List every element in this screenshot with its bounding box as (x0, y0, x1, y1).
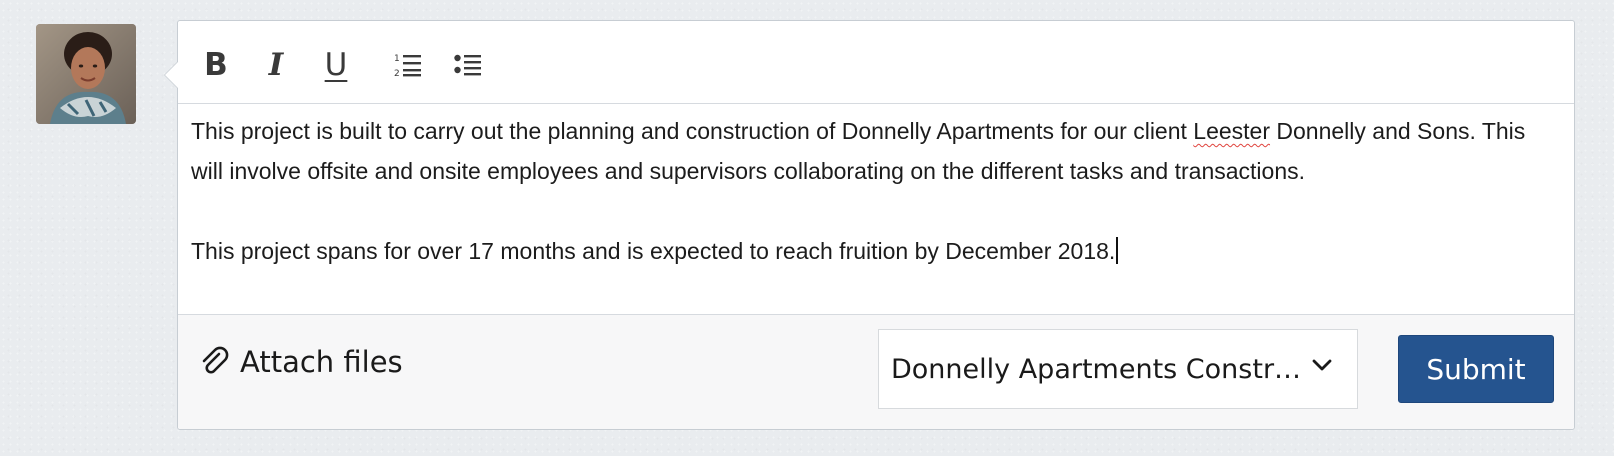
chevron-down-icon (1312, 359, 1332, 371)
bold-button[interactable]: B (196, 43, 236, 87)
attach-files-label: Attach files (240, 345, 403, 379)
paperclip-icon (202, 346, 229, 374)
composer-pointer (164, 61, 178, 89)
editor-paragraph: This project spans for over 17 months an… (191, 231, 1550, 271)
project-select-value: Donnelly Apartments Constr… (891, 353, 1302, 385)
editor-paragraph: This project is built to carry out the p… (191, 111, 1550, 191)
comment-composer: B I U 1 2 This project is built to carry… (164, 20, 1575, 430)
ordered-list-button[interactable]: 1 2 (388, 43, 428, 87)
editor-text: This project is built to carry out the p… (191, 118, 1194, 144)
svg-text:2: 2 (394, 69, 400, 78)
attach-files-button[interactable]: Attach files (198, 345, 403, 379)
ordered-list-icon: 1 2 (394, 54, 421, 78)
editor-text: This project spans for over 17 months an… (191, 238, 1116, 264)
misspelled-word: Leester (1193, 118, 1271, 144)
bulleted-list-button[interactable] (448, 43, 488, 87)
formatting-toolbar: B I U 1 2 (178, 21, 1574, 104)
underline-button[interactable]: U (316, 43, 356, 87)
submit-button[interactable]: Submit (1398, 335, 1554, 403)
project-select[interactable]: Donnelly Apartments Constr… (878, 329, 1358, 409)
user-avatar-photo (36, 24, 136, 124)
italic-button[interactable]: I (256, 43, 296, 87)
composer-footer: Attach files Donnelly Apartments Constr…… (178, 314, 1574, 429)
avatar (36, 24, 136, 124)
text-caret (1116, 237, 1119, 264)
svg-text:1: 1 (394, 54, 400, 64)
comment-editor[interactable]: This project is built to carry out the p… (191, 111, 1550, 271)
bulleted-list-icon (454, 54, 481, 76)
